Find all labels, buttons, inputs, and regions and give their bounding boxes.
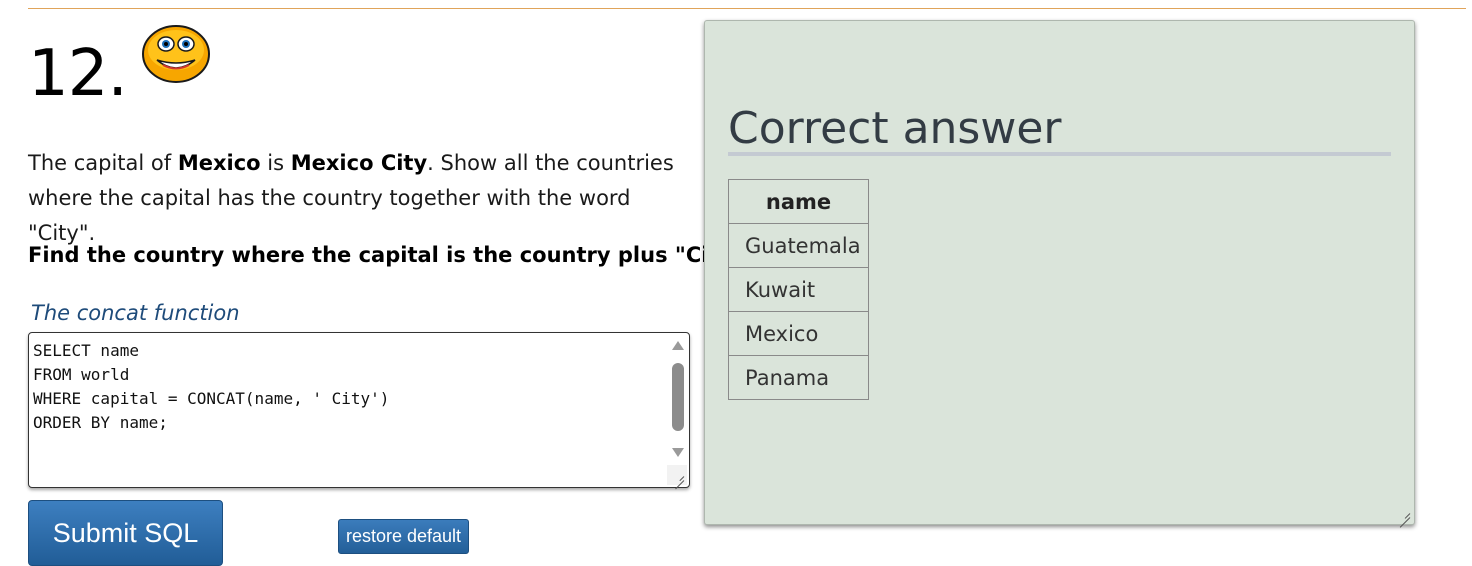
restore-default-button[interactable]: restore default [338,519,469,554]
panel-resize-grip-icon[interactable] [1396,506,1411,528]
prose-text: is [260,151,291,175]
table-row: Panama [728,355,869,400]
table-header-row: name [728,179,869,224]
question-number: 12. [28,37,128,111]
table-cell: Guatemala [728,223,869,268]
column-header-name: name [728,179,869,224]
submit-sql-button[interactable]: Submit SQL [28,500,223,566]
scroll-up-arrow-icon[interactable] [672,341,684,350]
answer-title-underline [728,152,1391,156]
table-row: Mexico [728,311,869,356]
smiley-face-icon [142,25,210,83]
table-row: Guatemala [728,223,869,268]
table-row: Kuwait [728,267,869,312]
task-instruction: Find the country where the capital is th… [28,243,752,267]
table-cell: Kuwait [728,267,869,312]
sql-editor-text[interactable]: SELECT name FROM world WHERE capital = C… [33,339,663,435]
country-name: Mexico [177,151,261,175]
resize-grip-icon[interactable] [667,465,687,485]
scroll-down-arrow-icon[interactable] [672,448,684,457]
prose-text: The capital of [28,151,178,175]
table-cell: Mexico [728,311,869,356]
concat-function-hint-link[interactable]: The concat function [31,298,240,328]
correct-answer-panel: Correct answer name Guatemala Kuwait Mex… [704,20,1415,528]
question-description: The capital of Mexico is Mexico City. Sh… [28,146,688,251]
top-divider [28,8,1466,9]
capital-name: Mexico City [290,151,428,175]
answer-title: Correct answer [728,103,1062,154]
table-cell: Panama [728,355,869,400]
sql-editor[interactable]: SELECT name FROM world WHERE capital = C… [28,332,690,488]
scroll-thumb[interactable] [672,363,684,431]
answer-table: name Guatemala Kuwait Mexico Panama [728,179,869,400]
editor-scrollbar[interactable] [669,335,687,461]
